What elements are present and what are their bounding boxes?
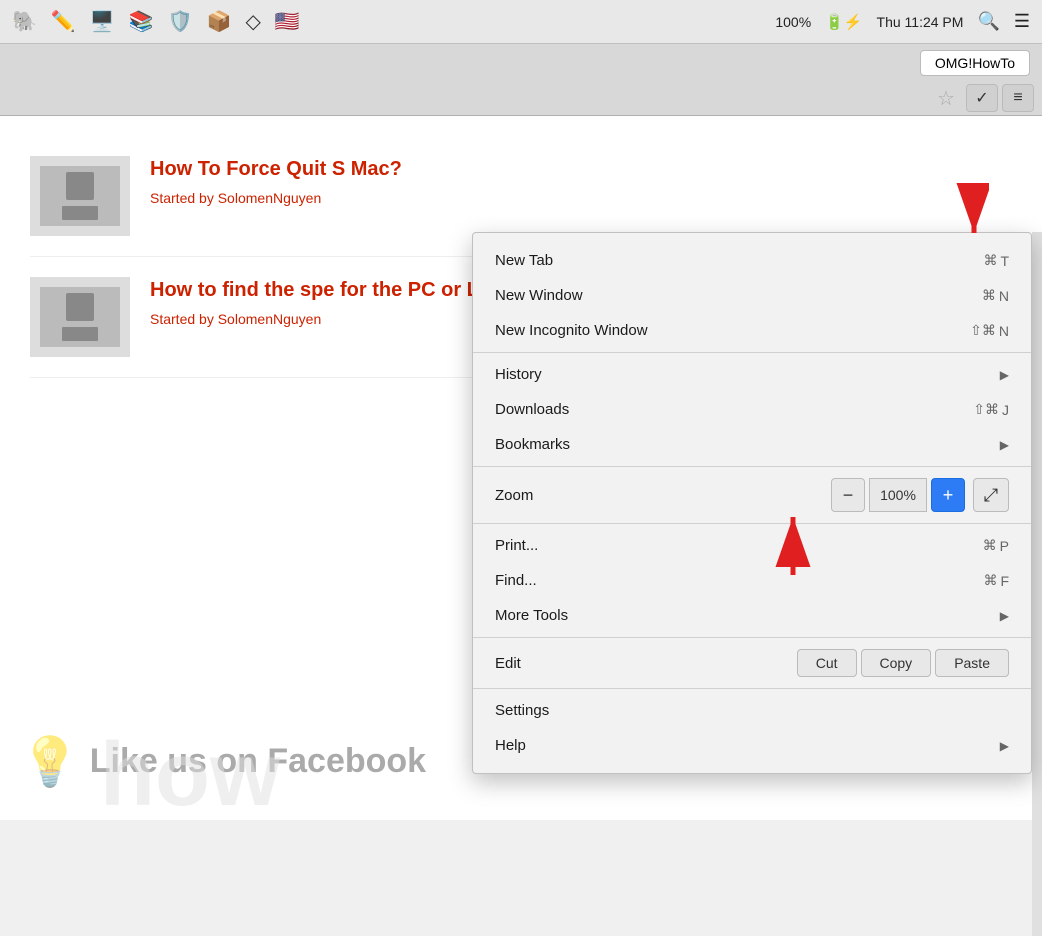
edit-label: Edit [495, 655, 797, 672]
extensions-button[interactable]: ✓ [966, 84, 998, 112]
browser-toolbar: ☆ ✓ ≡ [0, 81, 1042, 115]
thumb-face [66, 172, 94, 200]
bookmarks-label: Bookmarks [495, 436, 1000, 453]
checkmark-icon: ✓ [975, 88, 988, 108]
menu-item-bookmarks[interactable]: Bookmarks ▶ [473, 427, 1031, 462]
more-tools-label: More Tools [495, 607, 1000, 624]
help-arrow: ▶ [1000, 739, 1009, 753]
hamburger-icon: ≡ [1013, 89, 1022, 107]
list-icon[interactable]: ☰ [1014, 11, 1030, 32]
books-icon[interactable]: 📚 [129, 9, 154, 34]
main-content: How To Force Quit S Mac? Started by Solo… [0, 116, 1042, 820]
menu-item-zoom: Zoom − 100% + ⤢ [473, 471, 1031, 519]
menu-item-edit-row: Edit Cut Copy Paste [473, 642, 1031, 684]
new-window-label: New Window [495, 287, 982, 304]
menu-section-zoom: Zoom − 100% + ⤢ [473, 467, 1031, 524]
edit-controls: Cut Copy Paste [797, 649, 1009, 677]
new-window-shortcut: ⌘N [982, 287, 1009, 304]
article-text: How To Force Quit S Mac? Started by Solo… [150, 156, 1012, 236]
menu-section-new: New Tab ⌘T New Window ⌘N New Incognito W… [473, 239, 1031, 353]
zoom-minus-button[interactable]: − [831, 478, 865, 512]
menu-section-browse: History ▶ Downloads ⇧⌘J Bookmarks ▶ [473, 353, 1031, 467]
new-tab-label: New Tab [495, 252, 983, 269]
zoom-value-display: 100% [869, 478, 927, 512]
bookmark-star-button[interactable]: ☆ [930, 84, 962, 112]
incognito-label: New Incognito Window [495, 322, 970, 339]
print-shortcut: ⌘P [983, 537, 1009, 554]
browser-top-bar: OMG!HowTo [0, 44, 1042, 81]
menu-item-more-tools[interactable]: More Tools ▶ [473, 598, 1031, 633]
search-icon[interactable]: 🔍 [977, 11, 999, 32]
bookmarks-arrow: ▶ [1000, 438, 1009, 452]
downloads-label: Downloads [495, 401, 973, 418]
zoom-plus-button[interactable]: + [931, 478, 965, 512]
how-watermark: how [100, 730, 280, 820]
more-tools-arrow: ▶ [1000, 609, 1009, 623]
history-arrow: ▶ [1000, 368, 1009, 382]
pencil-icon[interactable]: ✏️ [51, 9, 76, 34]
menu-item-new-window[interactable]: New Window ⌘N [473, 278, 1031, 313]
zoom-label: Zoom [495, 487, 831, 504]
battery-icon: 🔋⚡ [825, 13, 862, 31]
thumbnail-inner [40, 287, 120, 347]
menu-item-history[interactable]: History ▶ [473, 357, 1031, 392]
zoom-fullscreen-button[interactable]: ⤢ [973, 478, 1009, 512]
settings-label: Settings [495, 702, 1009, 719]
cut-button[interactable]: Cut [797, 649, 857, 677]
article-thumbnail [30, 277, 130, 357]
help-label: Help [495, 737, 1000, 754]
author-name[interactable]: SolomenNguyen [218, 190, 322, 206]
star-icon: ☆ [937, 86, 955, 111]
thumbnail-inner [40, 166, 120, 226]
chrome-dropdown-menu: New Tab ⌘T New Window ⌘N New Incognito W… [472, 232, 1032, 774]
menu-section-settings: Settings Help ▶ [473, 689, 1031, 767]
menu-item-help[interactable]: Help ▶ [473, 728, 1031, 763]
thumb-face [66, 293, 94, 321]
system-time: Thu 11:24 PM [877, 14, 964, 30]
menu-section-edit: Edit Cut Copy Paste [473, 638, 1031, 689]
flag-icon[interactable]: 🇺🇸 [275, 9, 300, 34]
menu-item-incognito[interactable]: New Incognito Window ⇧⌘N [473, 313, 1031, 348]
evernote-icon[interactable]: 🐘 [12, 9, 37, 34]
thumb-body [62, 327, 98, 341]
zoom-controls: − 100% + ⤢ [831, 478, 1009, 512]
browser-chrome: OMG!HowTo ☆ ✓ ≡ [0, 44, 1042, 116]
lightbulb-icon: 💡 [20, 733, 80, 790]
menubar-right: 100% 🔋⚡ Thu 11:24 PM 🔍 ☰ [775, 11, 1030, 32]
battery-percentage: 100% [775, 14, 811, 30]
article-author: Started by SolomenNguyen [150, 190, 1012, 206]
monitor-icon[interactable]: 🖥️ [90, 9, 115, 34]
new-tab-shortcut: ⌘T [983, 252, 1009, 269]
author-name[interactable]: SolomenNguyen [218, 311, 322, 327]
article-thumbnail [30, 156, 130, 236]
scrollbar-track[interactable] [1032, 232, 1042, 936]
chrome-menu-button[interactable]: ≡ [1002, 84, 1034, 112]
history-label: History [495, 366, 1000, 383]
downloads-shortcut: ⇧⌘J [973, 401, 1009, 418]
avast-icon[interactable]: 🛡️ [168, 9, 193, 34]
menu-section-tools: Print... ⌘P Find... ⌘F More Tools ▶ [473, 524, 1031, 638]
omg-howto-button[interactable]: OMG!HowTo [920, 50, 1030, 76]
article-title[interactable]: How To Force Quit S Mac? [150, 156, 1012, 182]
diamond-icon[interactable]: ◇ [245, 9, 260, 34]
menu-item-find[interactable]: Find... ⌘F [473, 563, 1031, 598]
copy-button[interactable]: Copy [861, 649, 932, 677]
paste-button[interactable]: Paste [935, 649, 1009, 677]
incognito-shortcut: ⇧⌘N [970, 322, 1009, 339]
author-prefix: Started by [150, 311, 214, 327]
find-label: Find... [495, 572, 983, 589]
menu-item-downloads[interactable]: Downloads ⇧⌘J [473, 392, 1031, 427]
print-label: Print... [495, 537, 983, 554]
menu-item-settings[interactable]: Settings [473, 693, 1031, 728]
menu-item-print[interactable]: Print... ⌘P [473, 528, 1031, 563]
dropzone-icon[interactable]: 📦 [207, 9, 232, 34]
author-prefix: Started by [150, 190, 214, 206]
menu-item-new-tab[interactable]: New Tab ⌘T [473, 243, 1031, 278]
find-shortcut: ⌘F [983, 572, 1009, 589]
thumb-body [62, 206, 98, 220]
menu-bar: 🐘 ✏️ 🖥️ 📚 🛡️ 📦 ◇ 🇺🇸 100% 🔋⚡ Thu 11:24 PM… [0, 0, 1042, 44]
